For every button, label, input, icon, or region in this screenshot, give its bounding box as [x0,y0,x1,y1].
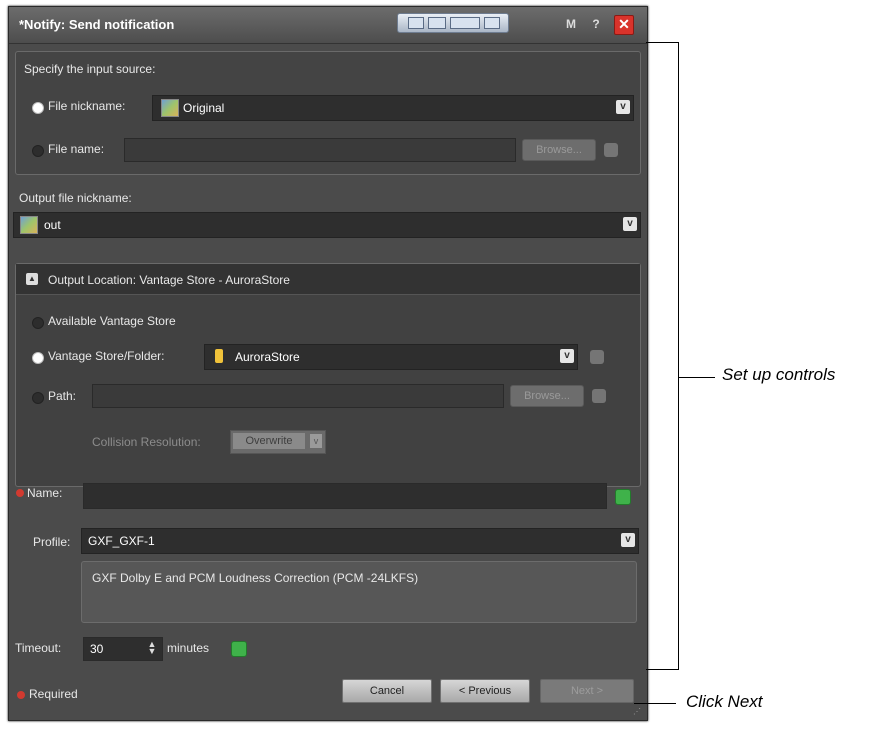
file-name-radio[interactable] [32,145,44,157]
file-name-clear-icon[interactable] [604,143,618,157]
output-nickname-value: out [44,218,61,232]
file-nickname-label: File nickname: [48,99,126,113]
file-name-label: File name: [48,142,105,156]
next-button[interactable]: Next > [540,679,634,703]
profile-value: GXF_GXF-1 [88,534,155,548]
output-location-panel: ▲ Output Location: Vantage Store - Auror… [15,263,641,487]
timeout-label: Timeout: [15,641,62,655]
path-input[interactable] [92,384,504,408]
vantage-store-label: Vantage Store/Folder: [48,349,165,363]
vantage-store-select[interactable]: AuroraStore v [204,344,578,370]
toolbar-strip[interactable] [397,13,509,33]
path-browse-button[interactable]: Browse... [510,385,584,407]
collision-resolution-value: Overwrite [233,433,305,449]
setup-callout-line [679,377,715,378]
required-label: Required [29,687,78,701]
file-name-input[interactable] [124,138,516,162]
path-radio[interactable] [32,392,44,404]
collapse-icon[interactable]: ▲ [26,273,38,285]
input-source-heading: Specify the input source: [24,62,156,76]
next-callout-line [634,703,676,704]
collapse-icon[interactable] [450,17,480,29]
timeout-variable-icon[interactable] [231,641,247,657]
spinner-icon[interactable]: ▲ ▼ [146,640,158,656]
path-clear-icon[interactable] [592,389,606,403]
cancel-button[interactable]: Cancel [342,679,432,703]
output-location-title: Output Location: Vantage Store - AuroraS… [48,273,290,287]
resize-grip-icon[interactable]: ⋰ [633,707,643,717]
file-nickname-radio[interactable] [32,102,44,114]
timeout-input[interactable]: 30 ▲ ▼ [83,637,163,661]
name-label: Name: [27,486,63,500]
dialog-title: *Notify: Send notification [19,17,175,32]
next-annotation: Click Next [686,692,763,711]
timeout-unit: minutes [167,641,210,655]
bracket-bottom-line [646,669,679,670]
profile-description-box: GXF Dolby E and PCM Loudness Correction … [81,561,637,623]
media-file-icon [20,216,38,234]
file-nickname-select[interactable]: Original v [152,95,634,121]
output-location-header[interactable]: ▲ Output Location: Vantage Store - Auror… [16,264,640,295]
file-browse-button[interactable]: Browse... [522,139,596,161]
chevron-down-icon[interactable]: v [621,533,635,547]
file-nickname-value: Original [183,101,225,115]
path-label: Path: [48,389,77,403]
notify-dialog: *Notify: Send notification M ? ✕ Specify… [8,6,648,721]
available-store-label: Available Vantage Store [48,314,176,328]
vantage-store-radio[interactable] [32,352,44,364]
chevron-down-icon[interactable]: v [623,217,637,231]
chevron-down-icon[interactable]: v [560,349,574,363]
chevron-down-icon[interactable]: v [616,100,630,114]
title-bar: *Notify: Send notification M ? ✕ [9,7,647,44]
collision-resolution-select[interactable]: Overwrite v [230,430,326,454]
profile-label: Profile: [33,535,71,549]
down-arrow-icon[interactable] [484,17,500,29]
media-file-icon [161,99,179,117]
previous-button[interactable]: < Previous [440,679,530,703]
setup-annotation: Set up controls [722,365,836,384]
required-indicator-icon [16,489,24,497]
output-nickname-select[interactable]: out v [13,212,641,238]
m-button[interactable]: M [562,17,580,33]
store-icon [215,349,223,363]
required-indicator-icon [17,691,25,699]
collision-resolution-label: Collision Resolution: [92,435,201,449]
profile-select[interactable]: GXF_GXF-1 v [81,528,639,554]
available-store-radio[interactable] [32,317,44,329]
bracket-top-line [646,42,678,43]
copy-icon[interactable] [428,17,446,29]
help-button[interactable]: ? [587,17,605,33]
store-clear-icon[interactable] [590,350,604,364]
input-source-panel: Specify the input source: File nickname:… [15,51,641,175]
vantage-store-value: AuroraStore [235,350,300,364]
name-input[interactable] [83,483,607,509]
chevron-down-icon[interactable]: v [310,434,322,448]
name-variable-icon[interactable] [615,489,631,505]
timeout-value: 30 [90,642,104,656]
close-button[interactable]: ✕ [614,15,634,35]
up-arrow-icon[interactable] [408,17,424,29]
bracket-vertical-line [678,42,679,669]
output-nickname-label: Output file nickname: [19,191,132,205]
profile-description: GXF Dolby E and PCM Loudness Correction … [92,571,419,585]
